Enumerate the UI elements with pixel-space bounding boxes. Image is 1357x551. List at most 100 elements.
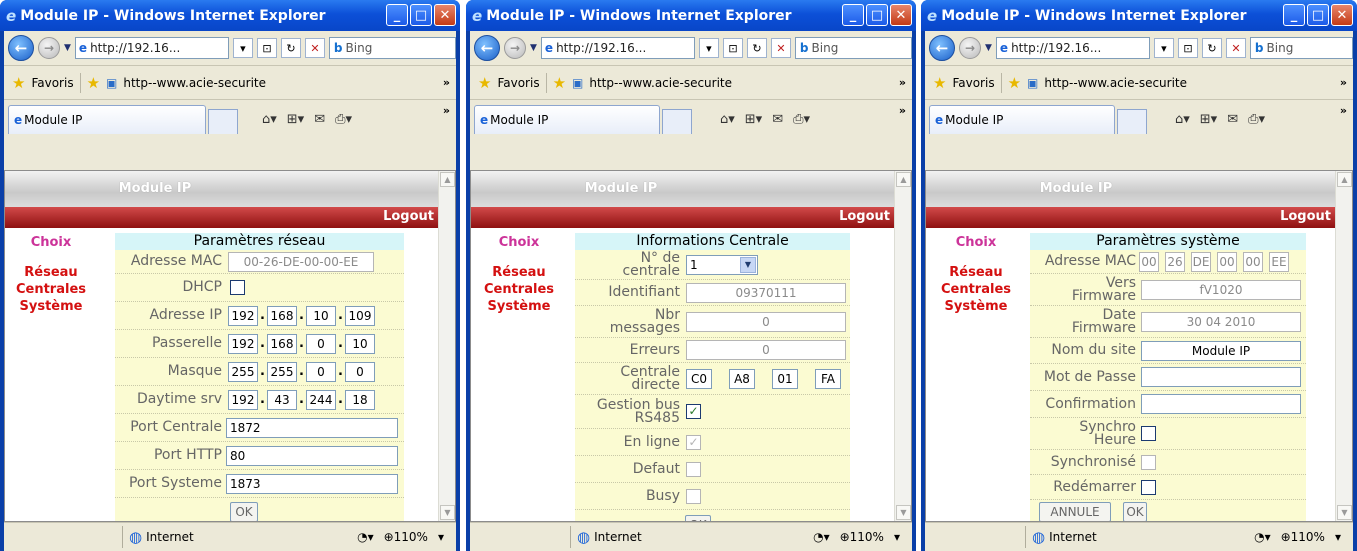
stop-icon[interactable]: ✕	[1225, 38, 1246, 58]
direct-byte[interactable]: 01	[772, 368, 798, 389]
site-name-field[interactable]: Module IP	[1141, 340, 1301, 361]
mask-octet[interactable]: 0	[306, 361, 336, 382]
title-bar[interactable]: e Module IP - Windows Internet Explorer …	[466, 0, 916, 31]
back-button[interactable]: ←	[929, 35, 955, 61]
title-bar[interactable]: e Module IP - Windows Internet Explorer …	[921, 0, 1357, 31]
print-icon[interactable]: ⎙▾	[1248, 112, 1265, 127]
zoom-control[interactable]: ⊕110%	[840, 530, 884, 544]
maximize-button[interactable]: □	[410, 4, 432, 26]
scroll-up-icon[interactable]: ▲	[1337, 172, 1352, 187]
logout-link[interactable]: Logout	[926, 207, 1335, 228]
menu-item-reseau[interactable]: Réseau	[926, 264, 1026, 281]
restart-checkbox[interactable]	[1141, 479, 1156, 495]
menu-item-reseau[interactable]: Réseau	[471, 264, 567, 281]
history-dropdown-icon[interactable]: ▼	[530, 43, 537, 53]
close-button[interactable]: ✕	[434, 4, 456, 26]
vertical-scrollbar[interactable]: ▲ ▼	[438, 171, 455, 521]
tab-module-ip[interactable]: e Module IP	[474, 105, 660, 134]
direct-byte[interactable]: A8	[729, 368, 755, 389]
search-input[interactable]: b Bing	[1249, 37, 1353, 59]
feeds-icon[interactable]: ⊞▾	[745, 112, 762, 127]
history-dropdown-icon[interactable]: ▼	[985, 43, 992, 53]
zoom-dropdown-icon[interactable]: ▾	[438, 530, 444, 544]
logout-link[interactable]: Logout	[471, 207, 894, 228]
favorites-star-icon[interactable]: ★	[478, 74, 491, 92]
add-favorite-icon[interactable]: ★	[87, 74, 100, 92]
zoom-dropdown-icon[interactable]: ▾	[894, 530, 900, 544]
daytime-octet[interactable]: 18	[345, 389, 375, 410]
centrale-number-select[interactable]: 1 ▼	[686, 254, 758, 275]
add-favorite-icon[interactable]: ★	[1008, 74, 1021, 92]
scroll-up-icon[interactable]: ▲	[440, 172, 455, 187]
favorite-link[interactable]: http--www.acie-securite	[1044, 76, 1187, 90]
chevron-icon[interactable]: »	[443, 76, 450, 89]
protected-mode-icon[interactable]: ◔▾	[813, 530, 830, 544]
close-button[interactable]: ✕	[1331, 4, 1353, 26]
direct-byte[interactable]: C0	[686, 368, 712, 389]
favorites-star-icon[interactable]: ★	[933, 74, 946, 92]
back-button[interactable]: ←	[8, 35, 34, 61]
new-tab-button[interactable]	[662, 109, 692, 134]
scroll-down-icon[interactable]: ▼	[440, 505, 455, 520]
address-dropdown-icon[interactable]: ▾	[232, 38, 253, 58]
refresh-icon[interactable]: ↻	[746, 38, 767, 58]
tab-module-ip[interactable]: e Module IP	[929, 105, 1115, 134]
close-button[interactable]: ✕	[890, 4, 912, 26]
print-icon[interactable]: ⎙▾	[793, 112, 810, 127]
daytime-octet[interactable]: 244	[306, 389, 336, 410]
search-input[interactable]: b Bing	[328, 37, 456, 59]
favorites-button[interactable]: Favoris	[952, 76, 994, 90]
favorites-button[interactable]: Favoris	[31, 76, 73, 90]
minimize-button[interactable]: _	[1283, 4, 1305, 26]
address-dropdown-icon[interactable]: ▾	[698, 38, 719, 58]
chevron-icon[interactable]: »	[899, 76, 906, 89]
favorites-star-icon[interactable]: ★	[12, 74, 25, 92]
menu-item-systeme[interactable]: Système	[926, 298, 1026, 315]
refresh-icon[interactable]: ↻	[280, 38, 301, 58]
sync-checkbox[interactable]	[1141, 426, 1156, 441]
menu-item-centrales[interactable]: Centrales	[5, 281, 97, 298]
menu-item-centrales[interactable]: Centrales	[471, 281, 567, 298]
zoom-control[interactable]: ⊕110%	[384, 530, 428, 544]
compat-view-icon[interactable]: ⊡	[1177, 38, 1198, 58]
menu-item-reseau[interactable]: Réseau	[5, 264, 97, 281]
menu-item-systeme[interactable]: Système	[471, 298, 567, 315]
address-dropdown-icon[interactable]: ▾	[1153, 38, 1174, 58]
menu-item-centrales[interactable]: Centrales	[926, 281, 1026, 298]
favorite-link[interactable]: http--www.acie-securite	[589, 76, 732, 90]
print-icon[interactable]: ⎙▾	[335, 112, 352, 127]
toolbar-chevron-icon[interactable]: »	[443, 104, 450, 117]
protected-mode-icon[interactable]: ◔▾	[1254, 530, 1271, 544]
gateway-octet[interactable]: 10	[345, 333, 375, 354]
ok-button[interactable]: OK	[230, 502, 258, 521]
port-http-field[interactable]: 80	[226, 445, 398, 466]
scroll-down-icon[interactable]: ▼	[896, 505, 911, 520]
dhcp-checkbox[interactable]	[230, 280, 245, 295]
back-button[interactable]: ←	[474, 35, 500, 61]
daytime-octet[interactable]: 192	[228, 389, 258, 410]
home-icon[interactable]: ⌂▾	[1175, 112, 1190, 127]
ok-button[interactable]: OK	[685, 515, 711, 521]
rs485-checkbox[interactable]: ✓	[686, 404, 701, 419]
maximize-button[interactable]: □	[1307, 4, 1329, 26]
mail-icon[interactable]: ✉	[1227, 112, 1238, 127]
forward-button[interactable]: →	[959, 37, 981, 59]
vertical-scrollbar[interactable]: ▲ ▼	[1335, 171, 1352, 521]
address-bar[interactable]: e http://192.16...	[74, 37, 229, 59]
forward-button[interactable]: →	[38, 37, 60, 59]
ip-octet[interactable]: 10	[306, 305, 336, 326]
ok-button[interactable]: OK	[1123, 502, 1147, 521]
compat-view-icon[interactable]: ⊡	[256, 38, 277, 58]
zoom-control[interactable]: ⊕110%	[1281, 530, 1325, 544]
vertical-scrollbar[interactable]: ▲ ▼	[894, 171, 911, 521]
ip-octet[interactable]: 192	[228, 305, 258, 326]
forward-button[interactable]: →	[504, 37, 526, 59]
favorites-button[interactable]: Favoris	[497, 76, 539, 90]
daytime-octet[interactable]: 43	[267, 389, 297, 410]
search-input[interactable]: b Bing	[794, 37, 912, 59]
toolbar-chevron-icon[interactable]: »	[1340, 104, 1347, 117]
protected-mode-icon[interactable]: ◔▾	[357, 530, 374, 544]
stop-icon[interactable]: ✕	[304, 38, 325, 58]
address-bar[interactable]: e http://192.16...	[540, 37, 695, 59]
favorite-link[interactable]: http--www.acie-securite	[123, 76, 266, 90]
